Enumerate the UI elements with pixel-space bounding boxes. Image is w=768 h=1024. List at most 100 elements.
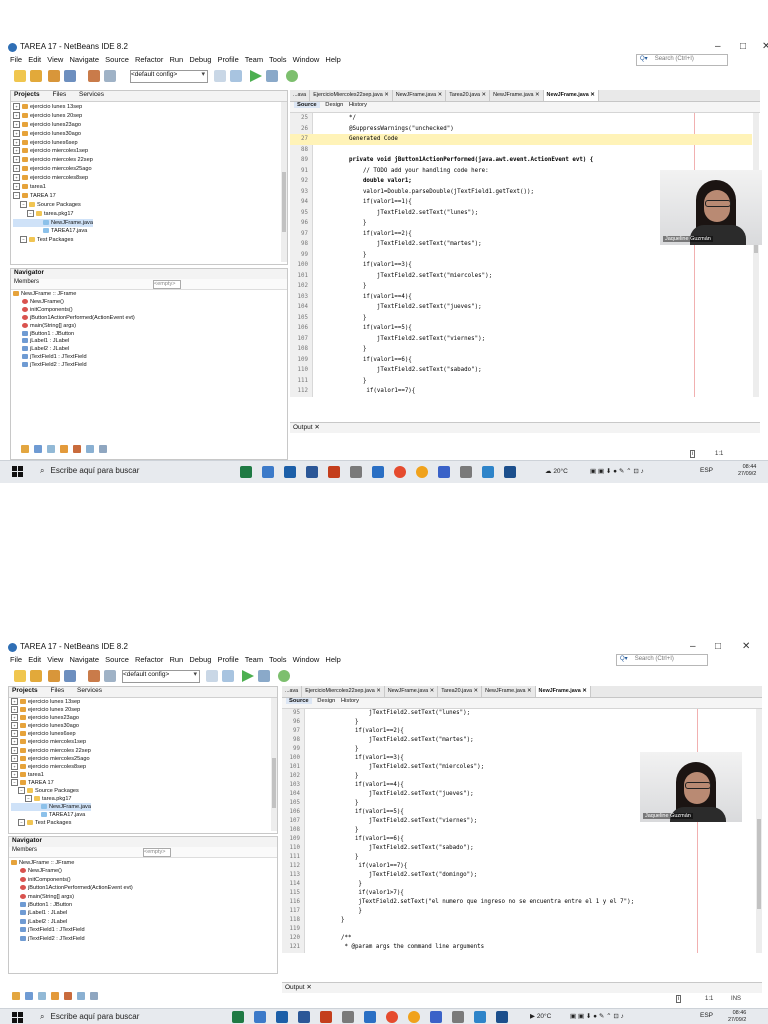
expand-toggle-icon[interactable]: − <box>25 795 32 803</box>
tray-icons[interactable]: ▣ ▣ ⬇ ● ✎ ⌃ ⊡ ♪ <box>570 1012 624 1020</box>
app-icon[interactable] <box>276 1011 288 1023</box>
windows-start-icon[interactable] <box>12 1012 23 1023</box>
app-icon[interactable] <box>364 1011 376 1023</box>
filter-icon[interactable] <box>24 992 33 1000</box>
debug-icon[interactable] <box>258 670 270 682</box>
chrome-icon[interactable] <box>394 466 406 478</box>
tab-services[interactable]: Services <box>79 91 104 98</box>
members-filter-select[interactable]: <empty> <box>143 848 171 857</box>
close-icon[interactable]: ✕ <box>428 688 435 694</box>
project-tree-item[interactable]: − tarea.pkg17 <box>13 209 93 219</box>
clean-build-icon[interactable] <box>222 670 234 682</box>
tab-design[interactable]: Design <box>317 698 335 704</box>
close-icon[interactable]: ✕ <box>375 688 381 694</box>
navigator-item[interactable]: jLabel1 : JLabel <box>13 338 135 346</box>
filter-icon[interactable] <box>63 992 72 1000</box>
tab-history[interactable]: History <box>349 102 367 108</box>
app-icon[interactable] <box>474 1011 486 1023</box>
app-icon[interactable] <box>342 1011 354 1023</box>
expand-toggle-icon[interactable]: + <box>11 698 18 706</box>
app-icon[interactable] <box>350 466 362 478</box>
tray-icons[interactable]: ▣ ▣ ⬇ ● ✎ ⌃ ⊡ ♪ <box>590 467 644 475</box>
project-tree-item[interactable]: − TAREA 17 <box>13 191 93 201</box>
menu-team[interactable]: Team <box>245 655 263 664</box>
new-project-icon[interactable] <box>14 670 26 682</box>
menu-refactor[interactable]: Refactor <box>135 655 163 664</box>
navigator-item[interactable]: jTextField1 : JTextField <box>13 354 135 362</box>
menu-tools[interactable]: Tools <box>269 55 287 64</box>
project-tree-item[interactable]: + ejercicio miercoles8sep <box>11 762 91 771</box>
close-icon[interactable]: ✕ <box>589 92 595 98</box>
search-input[interactable]: Q▾ Search (Ctrl+I) <box>616 654 708 666</box>
menu-tools[interactable]: Tools <box>269 655 287 664</box>
menu-team[interactable]: Team <box>245 55 263 64</box>
editor-tab[interactable]: NewJFrame.java ✕ <box>543 90 599 101</box>
tab-projects[interactable]: Projects <box>14 91 40 98</box>
new-project-icon[interactable] <box>14 70 26 82</box>
tab-source[interactable]: Source <box>294 102 320 108</box>
project-tree-item[interactable]: − TAREA 17 <box>11 778 91 787</box>
browser-icon[interactable] <box>408 1011 420 1023</box>
expand-toggle-icon[interactable]: − <box>18 819 25 827</box>
filter-icon[interactable] <box>21 445 29 453</box>
expand-toggle-icon[interactable]: + <box>13 103 20 110</box>
filter-icon[interactable] <box>89 992 98 1000</box>
tab-services[interactable]: Services <box>77 687 102 694</box>
menu-refactor[interactable]: Refactor <box>135 55 163 64</box>
config-select[interactable]: <default config> ▾ <box>130 70 208 83</box>
weather[interactable]: ☁ 20°C <box>545 467 568 475</box>
powerpoint-icon[interactable] <box>328 466 340 478</box>
project-tree-item[interactable]: + ejercicio miercoles 22sep <box>11 746 91 755</box>
expand-toggle-icon[interactable]: + <box>13 120 20 128</box>
tab-history[interactable]: History <box>341 698 359 704</box>
expand-toggle-icon[interactable]: − <box>20 200 27 208</box>
close-icon[interactable]: ✕ <box>472 688 479 694</box>
navigator-item[interactable]: NewJFrame :: JFrame <box>13 291 135 299</box>
projects-scrollbar[interactable] <box>271 698 277 831</box>
close-icon[interactable]: ✕ <box>534 92 540 98</box>
editor-tab[interactable]: NewJFrame.java ✕ <box>393 90 447 101</box>
clock[interactable]: 08:44 27/09/2 <box>738 464 756 478</box>
expand-toggle-icon[interactable]: + <box>11 738 18 746</box>
menu-run[interactable]: Run <box>169 55 183 64</box>
close-icon[interactable]: ✕ <box>526 688 532 694</box>
navigator-item[interactable]: jTextField2 : JTextField <box>13 362 135 370</box>
teams-icon[interactable] <box>430 1011 442 1023</box>
editor-tab[interactable]: Tarea20.java ✕ <box>438 686 483 697</box>
project-tree-item[interactable]: −TAREA17.java <box>13 227 93 236</box>
project-tree-item[interactable]: + ejercicio lunes6sep <box>11 730 91 738</box>
editor-tab[interactable]: EjercicioMiercoles22sep.java ✕ <box>310 90 393 101</box>
navigator-item[interactable]: jButton1ActionPerformed(ActionEvent evt) <box>13 315 135 323</box>
build-icon[interactable] <box>206 670 218 682</box>
project-tree-item[interactable]: + ejercicio miercoles25ago <box>11 754 91 763</box>
new-file-icon[interactable] <box>30 70 42 82</box>
navigator-item[interactable]: initComponents() <box>13 307 135 315</box>
search-input[interactable]: Q▾ Search (Ctrl+I) <box>636 54 728 66</box>
expand-toggle-icon[interactable]: + <box>13 138 20 146</box>
expand-toggle-icon[interactable]: + <box>11 754 18 762</box>
taskbar-search[interactable]: ⌕ Escribe aquí para buscar <box>40 466 139 476</box>
save-all-icon[interactable] <box>64 670 76 682</box>
expand-toggle-icon[interactable]: + <box>11 714 18 722</box>
minimize-button[interactable]: – <box>690 641 696 652</box>
project-tree-item[interactable]: − tarea.pkg17 <box>11 795 91 803</box>
debug-icon[interactable] <box>266 70 278 82</box>
close-button[interactable]: ✕ <box>762 41 768 52</box>
project-tree-item[interactable]: + ejercicio lunes 13sep <box>13 103 93 112</box>
project-tree-item[interactable]: + ejercicio lunes 13sep <box>11 698 91 706</box>
chrome-icon[interactable] <box>386 1011 398 1023</box>
code-editor[interactable]: 95 jTextField2.setText("lunes"); 96 } 97 i… <box>282 709 754 953</box>
editor-tab[interactable]: NewJFrame.java ✕ <box>482 686 536 697</box>
project-tree-item[interactable]: + ejercicio miercoles 22sep <box>13 156 93 165</box>
navigator-item[interactable]: main(String[] args) <box>13 323 135 331</box>
members-filter-select[interactable]: <empty> <box>153 280 181 289</box>
output-panel-tab[interactable]: Output ✕ <box>282 982 762 993</box>
filter-icon[interactable] <box>59 445 68 453</box>
menu-debug[interactable]: Debug <box>189 655 211 664</box>
projects-scrollbar[interactable] <box>281 102 287 262</box>
browser-icon[interactable] <box>416 466 428 478</box>
navigator-item[interactable]: NewJFrame() <box>11 867 133 875</box>
profile-icon[interactable] <box>286 70 298 82</box>
build-icon[interactable] <box>214 70 226 82</box>
netbeans-taskbar-icon[interactable] <box>504 466 516 478</box>
